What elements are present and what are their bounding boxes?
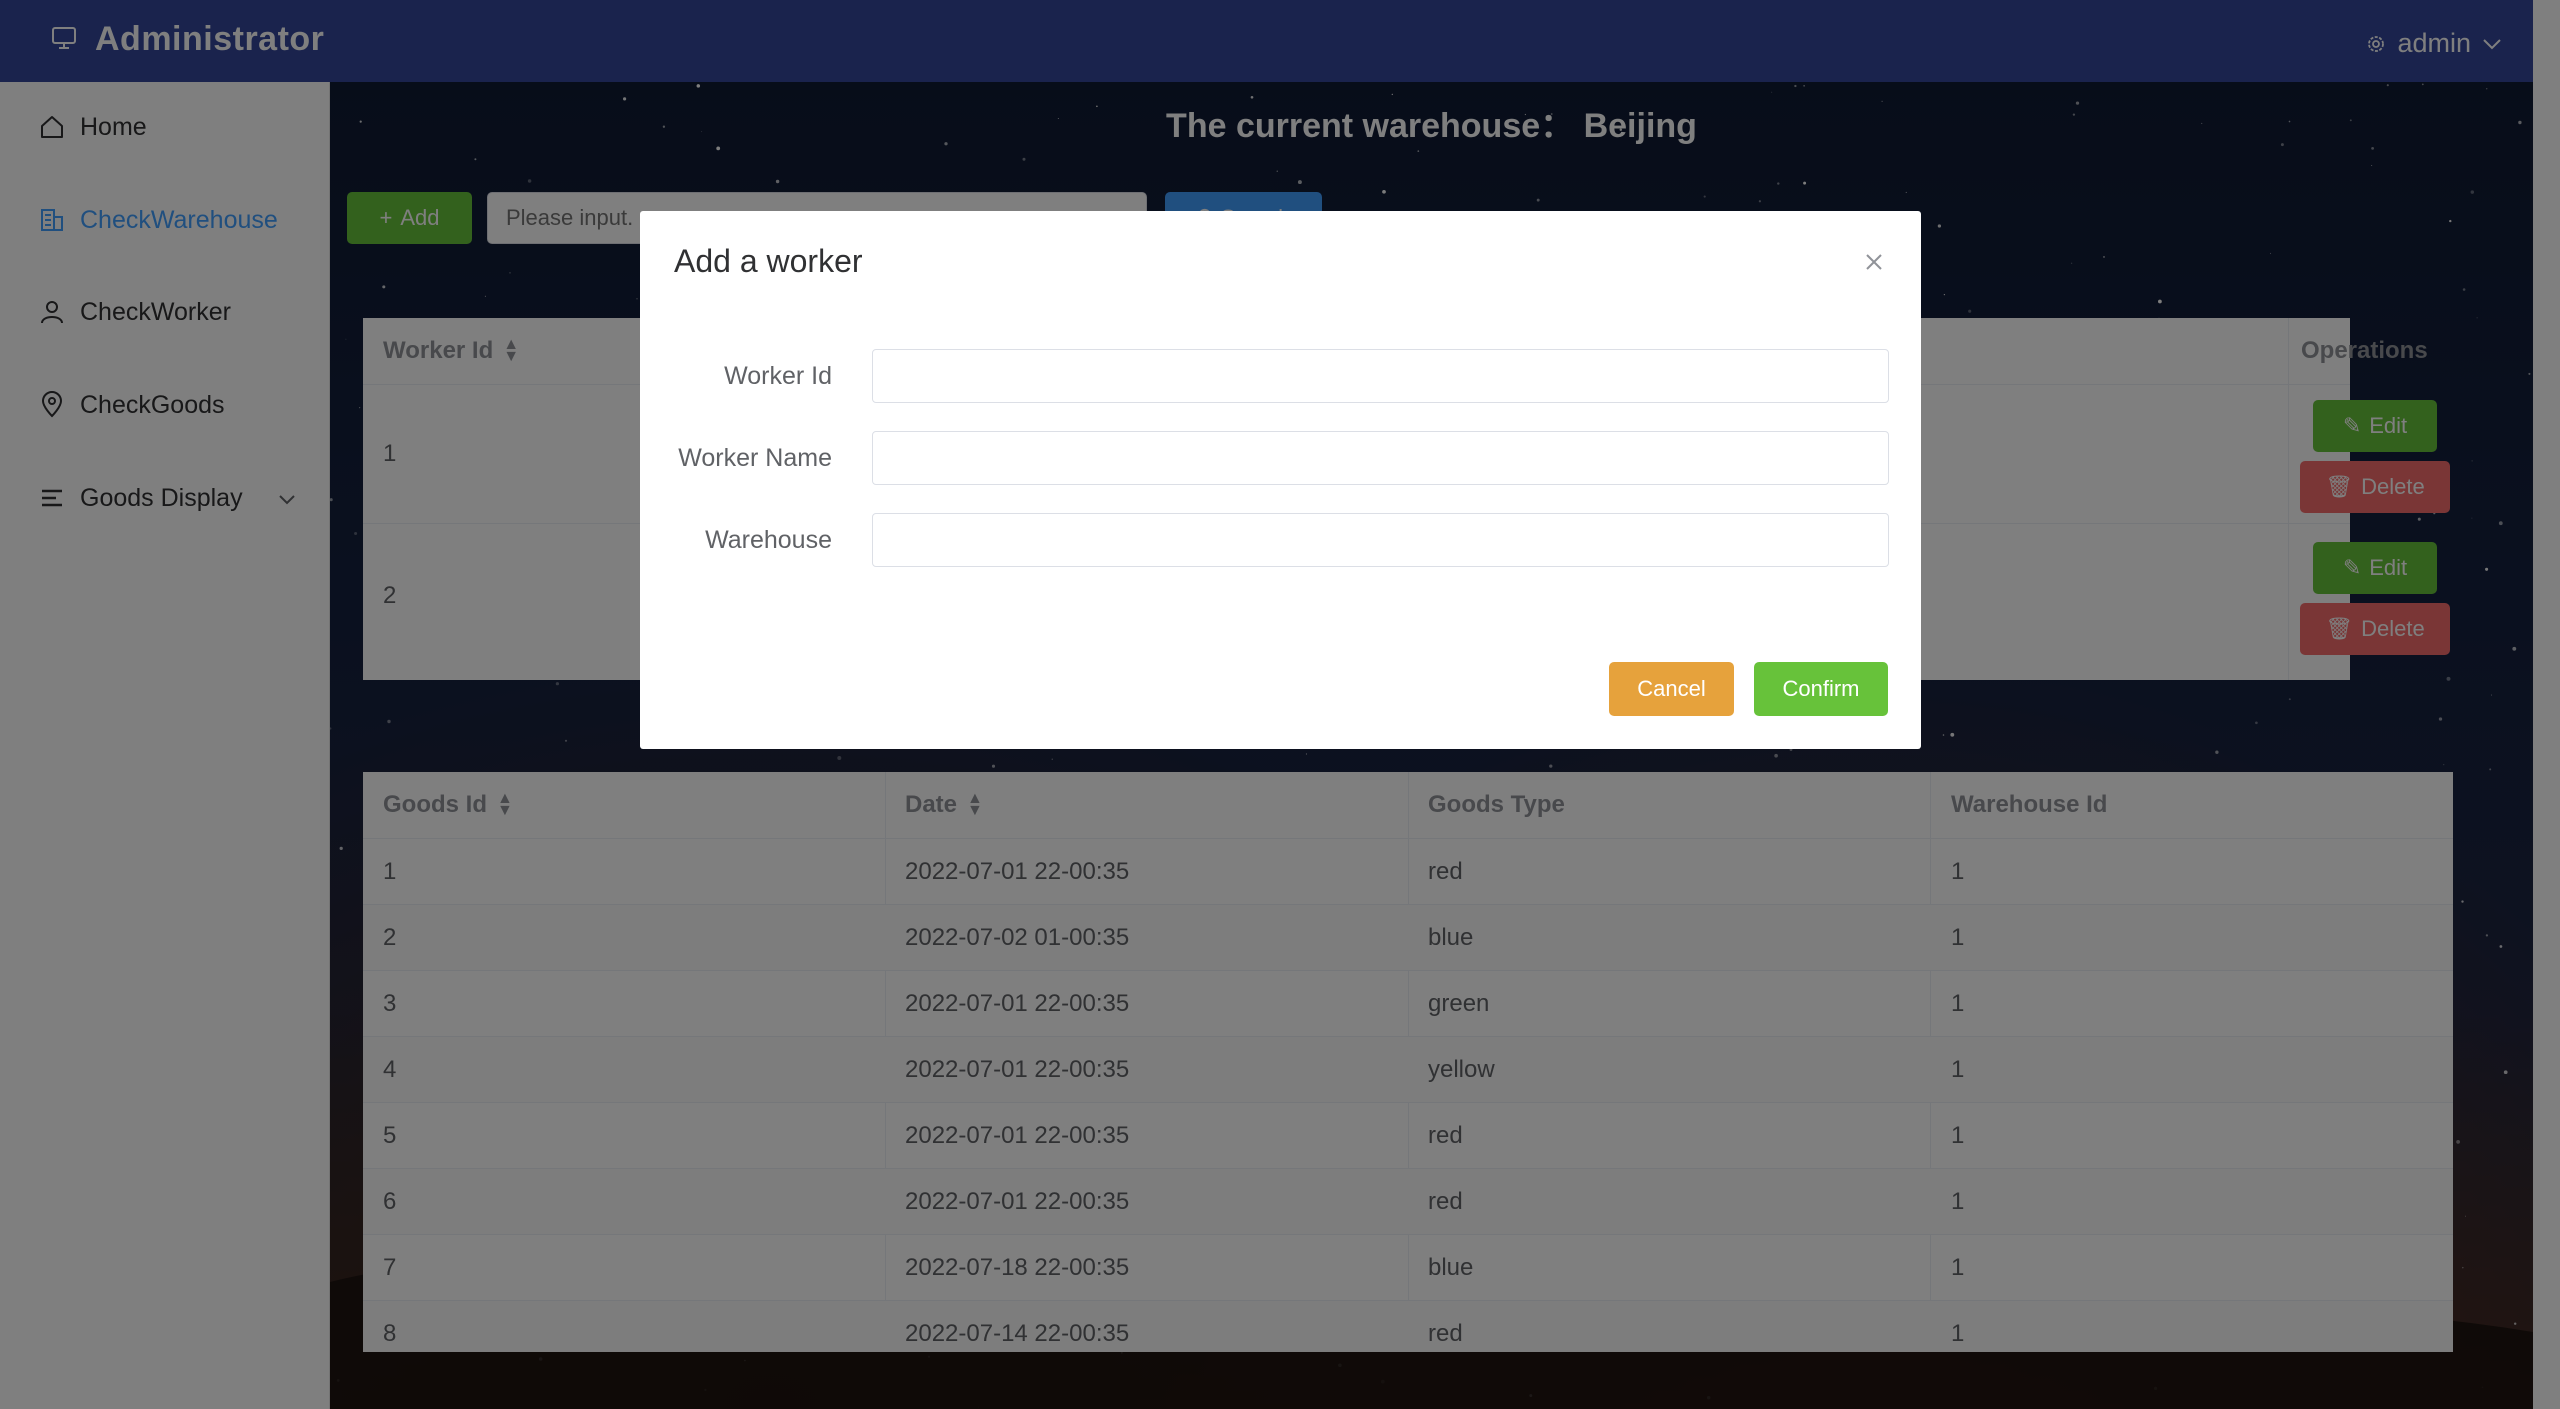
form-row-worker-id: Worker Id <box>640 349 1921 403</box>
worker-name-label: Worker Name <box>678 443 832 472</box>
worker-id-field[interactable] <box>872 349 1889 403</box>
form-row-warehouse: Warehouse <box>640 513 1921 567</box>
worker-id-label: Worker Id <box>724 361 832 390</box>
worker-name-field[interactable] <box>872 431 1889 485</box>
form-row-worker-name: Worker Name <box>640 431 1921 485</box>
warehouse-label: Warehouse <box>705 525 832 554</box>
warehouse-field[interactable] <box>872 513 1889 567</box>
confirm-button[interactable]: Confirm <box>1754 662 1888 716</box>
dialog-title: Add a worker <box>674 243 863 279</box>
cancel-button[interactable]: Cancel <box>1609 662 1734 716</box>
add-worker-dialog: Add a worker Worker Id Worker Name Wareh… <box>640 211 1921 749</box>
close-icon[interactable] <box>1861 249 1887 275</box>
